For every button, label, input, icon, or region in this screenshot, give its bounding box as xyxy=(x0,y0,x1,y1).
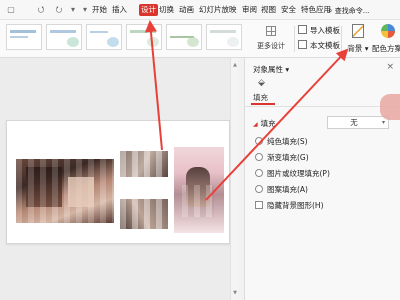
gradient-fill-option[interactable]: 渐变填充(G) xyxy=(255,152,309,164)
radio-button[interactable] xyxy=(255,137,263,145)
fill-type-value: 无 xyxy=(350,118,358,127)
object-properties-panel: 对象属性 ▾ × ⬙ 填充 ◢ 填充 无 ▾ 纯色填充(S) 渐变填充(G) 图片… xyxy=(244,58,400,300)
tab-start[interactable]: 开始 xyxy=(92,4,107,16)
ribbon-divider xyxy=(294,26,295,52)
fill-bucket-icon[interactable]: ⬙ xyxy=(258,78,268,88)
hide-background-graphics-option[interactable]: 隐藏背景图形(H) xyxy=(255,200,324,212)
tab-slideshow[interactable]: 幻灯片放映 xyxy=(199,4,237,16)
slide-canvas[interactable] xyxy=(6,120,230,244)
pattern-fill-option[interactable]: 图案填充(A) xyxy=(255,184,308,196)
slide-photo[interactable] xyxy=(174,147,224,233)
scroll-up-icon[interactable]: ▲ xyxy=(232,62,238,68)
text-template-label: 本文模板 xyxy=(310,41,340,50)
tab-view[interactable]: 视图 xyxy=(261,4,276,16)
panel-divider xyxy=(245,106,400,107)
tab-special-apps[interactable]: 特色应用 xyxy=(301,4,331,16)
tab-security[interactable]: 安全 xyxy=(281,4,296,16)
color-scheme-icon xyxy=(381,24,395,38)
import-template-label: 导入模板 xyxy=(310,26,340,35)
tab-transition[interactable]: 切换 xyxy=(159,4,174,16)
scroll-down-icon[interactable]: ▼ xyxy=(232,290,238,296)
fill-type-select[interactable]: 无 ▾ xyxy=(327,116,389,129)
command-search-label: 查找命令... xyxy=(334,7,370,15)
import-icon xyxy=(298,25,307,34)
template-icon xyxy=(298,40,307,49)
command-search[interactable]: ⌕ 查找命令... xyxy=(328,5,369,16)
template-thumbnail[interactable] xyxy=(206,24,242,50)
redo-icon[interactable]: ▢ xyxy=(6,4,16,15)
template-thumbnail[interactable] xyxy=(126,24,162,50)
tab-insert[interactable]: 插入 xyxy=(112,4,127,16)
template-thumbnail[interactable] xyxy=(46,24,82,50)
template-thumbnail[interactable] xyxy=(86,24,122,50)
menu-bar: ▢ ⭯ ⭮ ▾ ▾ 开始 插入 设计 切换 动画 幻灯片放映 审阅 视图 安全 … xyxy=(0,0,400,20)
search-icon: ⌕ xyxy=(328,6,333,15)
collapse-icon: ◢ xyxy=(253,121,258,128)
checkbox[interactable] xyxy=(255,201,263,209)
more-design-button[interactable]: 更多设计 xyxy=(250,24,292,54)
slide-photo[interactable] xyxy=(120,199,168,229)
solid-fill-option[interactable]: 纯色填充(S) xyxy=(255,136,308,148)
background-icon xyxy=(352,24,364,38)
radio-button[interactable] xyxy=(255,169,263,177)
tab-design[interactable]: 设计 xyxy=(139,4,158,16)
dropdown-icon[interactable]: ▾ xyxy=(68,4,78,15)
template-thumbnail[interactable] xyxy=(6,24,42,50)
close-icon[interactable]: × xyxy=(386,62,394,72)
radio-button[interactable] xyxy=(255,185,263,193)
import-template-button[interactable]: 导入模板 xyxy=(298,25,340,37)
color-scheme-button[interactable]: 配色方案 xyxy=(372,22,400,56)
redo-arrow-icon[interactable]: ⭮ xyxy=(54,4,64,15)
tab-fill-indicator xyxy=(251,103,275,105)
design-ribbon: 更多设计 导入模板 本文模板 背景 ▾ 配色方案 xyxy=(0,20,400,58)
picture-texture-fill-option[interactable]: 图片或纹理填充(P) xyxy=(255,168,330,180)
text-template-button[interactable]: 本文模板 xyxy=(298,40,340,52)
more-icon[interactable]: ▾ xyxy=(80,4,90,15)
floating-handle[interactable] xyxy=(380,94,400,120)
grid-icon xyxy=(266,26,276,36)
fill-section-header[interactable]: ◢ 填充 xyxy=(253,118,276,129)
undo-icon[interactable]: ⭯ xyxy=(36,4,46,15)
template-thumbnail[interactable] xyxy=(166,24,202,50)
workspace-scrollbar[interactable]: ▲ ▼ xyxy=(230,58,238,300)
slide-photo[interactable] xyxy=(120,151,168,177)
panel-title: 对象属性 ▾ xyxy=(253,65,290,74)
color-scheme-label: 配色方案 xyxy=(372,44,400,53)
tab-fill[interactable]: 填充 xyxy=(253,92,268,103)
slide-photo[interactable] xyxy=(16,159,114,223)
more-design-label: 更多设计 xyxy=(257,42,285,50)
radio-button[interactable] xyxy=(255,153,263,161)
slide-workspace xyxy=(0,58,238,300)
tab-animation[interactable]: 动画 xyxy=(179,4,194,16)
tab-review[interactable]: 审阅 xyxy=(242,4,257,16)
